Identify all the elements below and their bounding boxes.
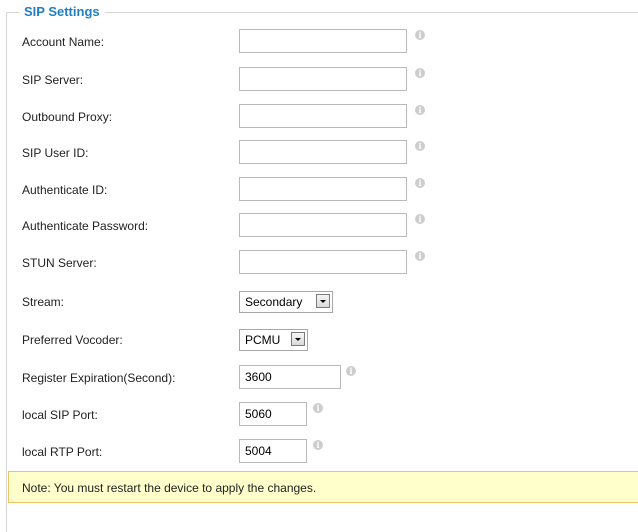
stun-server-row: STUN Server: i	[0, 250, 638, 276]
stream-select[interactable]: Secondary	[239, 291, 333, 313]
register-expiration-input[interactable]	[239, 365, 341, 389]
authenticate-password-input[interactable]	[239, 213, 407, 237]
account-name-label: Account Name:	[22, 35, 105, 49]
local-sip-port-row: local SIP Port: i	[0, 402, 638, 428]
info-icon: i	[415, 30, 425, 40]
local-sip-port-label: local SIP Port:	[22, 408, 98, 422]
restart-note-text: Note: You must restart the device to app…	[22, 481, 317, 495]
info-icon: i	[415, 141, 425, 151]
sip-user-id-label: SIP User ID:	[22, 146, 89, 160]
dropdown-arrow-icon[interactable]	[291, 332, 305, 346]
sip-user-id-input[interactable]	[239, 140, 407, 164]
authenticate-id-input[interactable]	[239, 177, 407, 201]
info-icon: i	[415, 214, 425, 224]
outbound-proxy-row: Outbound Proxy: i	[0, 104, 638, 130]
local-rtp-port-label: local RTP Port:	[22, 445, 103, 459]
info-icon: i	[415, 68, 425, 78]
preferred-vocoder-selected-value: PCMU	[245, 333, 281, 347]
local-rtp-port-row: local RTP Port: i	[0, 439, 638, 465]
info-icon: i	[346, 366, 356, 376]
sip-user-id-row: SIP User ID: i	[0, 140, 638, 166]
section-title: SIP Settings	[19, 4, 105, 20]
local-sip-port-input[interactable]	[239, 402, 307, 426]
authenticate-password-label: Authenticate Password:	[22, 219, 149, 233]
account-name-input[interactable]	[239, 29, 407, 53]
preferred-vocoder-select[interactable]: PCMU	[239, 329, 308, 351]
local-rtp-port-input[interactable]	[239, 439, 307, 463]
preferred-vocoder-label: Preferred Vocoder:	[22, 333, 123, 347]
info-icon: i	[415, 105, 425, 115]
outbound-proxy-label: Outbound Proxy:	[22, 110, 113, 124]
sip-server-label: SIP Server:	[22, 73, 84, 87]
info-icon: i	[313, 440, 323, 450]
register-expiration-row: Register Expiration(Second): i	[0, 365, 638, 391]
info-icon: i	[313, 403, 323, 413]
info-icon: i	[415, 178, 425, 188]
stun-server-label: STUN Server:	[22, 256, 97, 270]
sip-server-input[interactable]	[239, 67, 407, 91]
authenticate-id-label: Authenticate ID:	[22, 183, 108, 197]
preferred-vocoder-row: Preferred Vocoder: PCMU	[0, 327, 638, 353]
authenticate-id-row: Authenticate ID: i	[0, 177, 638, 203]
authenticate-password-row: Authenticate Password: i	[0, 213, 638, 239]
stun-server-input[interactable]	[239, 250, 407, 274]
stream-label: Stream:	[22, 295, 65, 309]
dropdown-arrow-icon[interactable]	[316, 294, 330, 308]
info-icon: i	[415, 251, 425, 261]
account-name-row: Account Name: i	[0, 29, 638, 55]
sip-server-row: SIP Server: i	[0, 67, 638, 93]
stream-row: Stream: Secondary	[0, 289, 638, 315]
restart-note: Note: You must restart the device to app…	[8, 471, 638, 503]
outbound-proxy-input[interactable]	[239, 104, 407, 128]
stream-selected-value: Secondary	[245, 295, 303, 309]
register-expiration-label: Register Expiration(Second):	[22, 371, 176, 385]
